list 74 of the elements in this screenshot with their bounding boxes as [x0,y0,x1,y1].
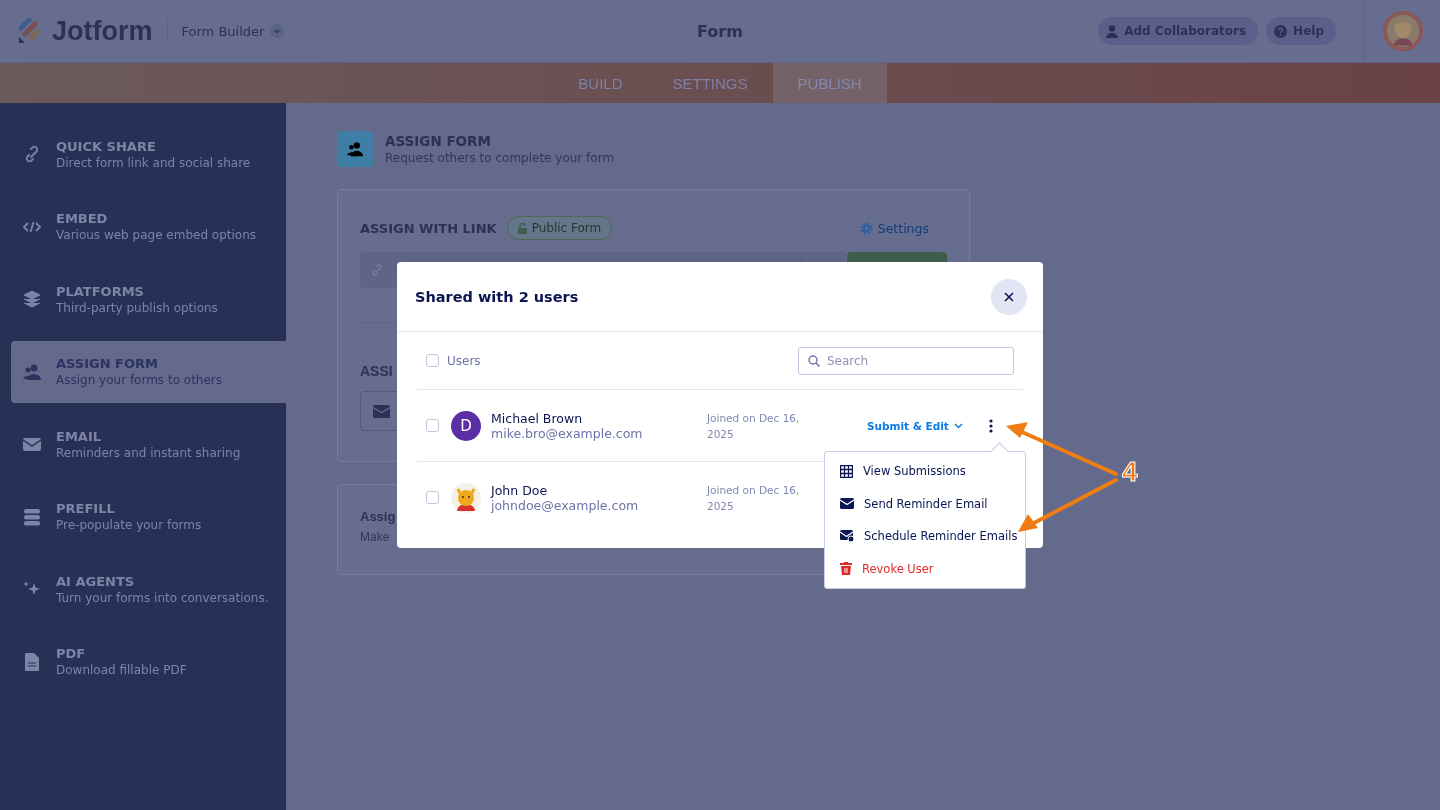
user-name: Michael Brown [491,410,584,426]
logo-text[interactable]: Jotform [52,15,153,47]
avatar: D [451,410,481,441]
close-button[interactable] [991,278,1027,315]
sidebar-item-title: EMAIL [56,428,102,444]
grid-icon [840,464,853,478]
search-field[interactable]: Search [798,346,1014,375]
envelope-clock-icon [840,530,854,543]
menu-item[interactable]: Revoke User [825,552,1025,585]
row-checkbox[interactable] [426,419,439,432]
users-label: Users [447,353,481,368]
sidebar-item-subtitle: Download fillable PDF [56,663,187,677]
joined-date: Joined on Dec 16, 2025 [707,410,801,442]
avatar-icon[interactable] [1383,11,1423,51]
joined-date: Joined on Dec 16, 2025 [707,482,801,514]
sidebar-item-subtitle: Direct form link and social share [56,155,251,170]
help-icon [1274,24,1288,38]
user-email: mike.bro@example.com [491,425,644,441]
sidebar-item-title: QUICK SHARE [56,138,157,154]
select-all-checkbox[interactable] [426,354,439,367]
sidebar-item-subtitle: Various web page embed options [56,228,257,242]
sidebar-item[interactable]: PREFILL Pre-populate your forms [11,485,286,548]
kebab-icon [988,418,993,433]
tab[interactable]: BUILD [553,63,648,103]
card-heading: Assig [360,509,396,524]
close-icon [1004,291,1014,302]
settings-button[interactable]: Settings [853,219,935,237]
sidebar-item[interactable]: PLATFORMS Third-party publish options [11,268,286,330]
user-email: johndoe@example.com [491,497,640,513]
menu-item[interactable]: Send Reminder Email [825,487,1025,520]
sidebar-item[interactable]: ASSIGN FORM Assign your forms to others [11,340,286,403]
dialog-title: Shared with 2 users [415,288,579,305]
sidebar-item[interactable]: EMBED Various web page embed options [11,195,286,258]
sidebar-item-subtitle: Assign your forms to others [56,373,222,387]
sidebar-item[interactable]: PDF Download fillable PDF [11,630,286,693]
sidebar-item-title: ASSIGN FORM [56,356,159,371]
form-builder-menu[interactable]: Form Builder [181,23,285,39]
gear-icon [859,221,873,235]
sidebar-item[interactable]: EMAIL Reminders and instant sharing [11,413,286,475]
sidebar-item-subtitle: Third-party publish options [56,300,218,315]
sidebar-item-icon [22,651,42,672]
sidebar-item-subtitle: Pre-populate your forms [56,518,202,532]
sidebar-item-title: AI AGENTS [56,573,136,589]
sidebar-item-subtitle: Reminders and instant sharing [56,445,241,460]
sidebar-item[interactable]: AI AGENTS Turn your forms into conversations. [11,558,286,620]
person-icon [1106,24,1119,38]
user-name: John Doe [491,482,549,498]
sidebar-item-title: EMBED [56,211,109,226]
envelope-icon [840,498,854,510]
sidebar-item-subtitle: Turn your forms into conversations. [56,590,269,605]
public-form-badge: Public Form [506,216,613,240]
link-icon [370,263,384,277]
sidebar-item-icon [22,289,42,309]
sidebar-item-title: PDF [56,646,87,661]
users-icon [337,131,373,167]
callout-number: 4 [1122,456,1138,488]
more-options-button[interactable] [988,418,993,433]
form-title: Form [697,21,743,41]
tab[interactable]: SETTINGS [647,63,773,103]
envelope-icon [372,404,390,418]
chevron-icon [953,422,963,429]
sidebar-item-title: PREFILL [56,501,116,516]
permission-dropdown[interactable]: Submit & Edit [867,419,963,432]
cat-avatar-icon [451,482,481,513]
menu-item[interactable]: View Submissions [825,455,1025,488]
card-heading: ASSIGN WITH LINK [360,220,497,236]
lock-icon [517,222,527,234]
card-heading: ASSI [360,363,393,379]
row-checkbox[interactable] [426,491,439,504]
sidebar-item-icon [22,506,42,527]
sidebar-item-title: PLATFORMS [56,283,145,299]
sidebar-item[interactable]: QUICK SHARE Direct form link and social share [11,123,286,185]
section-title: ASSIGN FORM [385,133,492,149]
trash-icon [840,562,852,576]
